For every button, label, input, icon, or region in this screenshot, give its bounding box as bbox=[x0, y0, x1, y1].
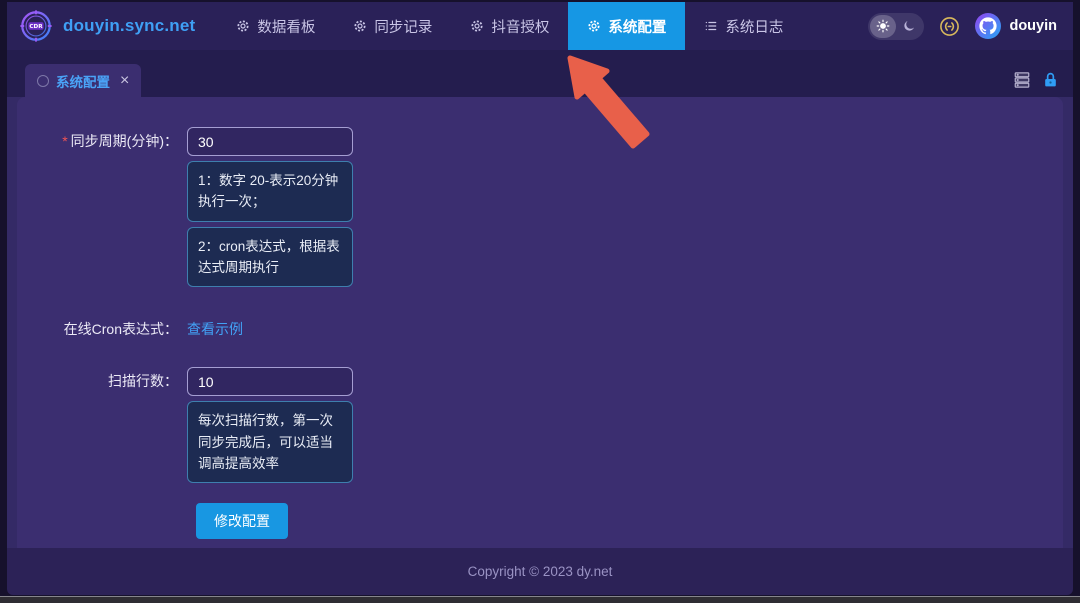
sync-period-input[interactable] bbox=[187, 127, 353, 156]
header: CDR douyin.sync.net 数据看板 同步记录 bbox=[7, 2, 1073, 50]
sync-period-help-1: 1：数字 20-表示20分钟执行一次； bbox=[187, 161, 353, 222]
gear-icon bbox=[587, 19, 601, 33]
brand-title[interactable]: douyin.sync.net bbox=[63, 16, 195, 36]
app-window: CDR douyin.sync.net 数据看板 同步记录 bbox=[7, 2, 1073, 595]
config-panel: *同步周期(分钟)： 1：数字 20-表示20分钟执行一次； 2：cron表达式… bbox=[17, 97, 1063, 548]
tab-circle-icon bbox=[37, 75, 49, 87]
brackets-icon[interactable] bbox=[937, 14, 962, 39]
view-example-link[interactable]: 查看示例 bbox=[187, 321, 243, 337]
nav-label: 系统配置 bbox=[608, 16, 666, 37]
copyright-text: Copyright © 2023 dy.net bbox=[468, 564, 613, 579]
github-icon bbox=[975, 13, 1001, 39]
scan-rows-row: 扫描行数： 每次扫描行数，第一次同步完成后，可以适当调高提高效率 bbox=[17, 367, 1063, 483]
cron-row: 在线Cron表达式： 查看示例 bbox=[17, 315, 1063, 344]
moon-icon[interactable] bbox=[896, 15, 922, 38]
nav-item-system-logs[interactable]: 系统日志 bbox=[685, 2, 802, 50]
required-asterisk: * bbox=[62, 133, 67, 149]
server-stack-icon[interactable] bbox=[1013, 71, 1031, 89]
cron-label: 在线Cron表达式： bbox=[17, 315, 187, 344]
list-icon bbox=[704, 19, 718, 33]
nav-label: 数据看板 bbox=[257, 16, 315, 37]
gear-icon bbox=[236, 19, 250, 33]
scan-rows-label: 扫描行数： bbox=[17, 367, 187, 483]
main-area: *同步周期(分钟)： 1：数字 20-表示20分钟执行一次； 2：cron表达式… bbox=[7, 97, 1073, 548]
lock-icon[interactable] bbox=[1042, 71, 1059, 89]
sync-period-label: *同步周期(分钟)： bbox=[17, 127, 187, 287]
nav-label: 抖音授权 bbox=[491, 16, 549, 37]
username: douyin bbox=[1009, 18, 1057, 34]
app-logo-icon: CDR bbox=[19, 9, 53, 43]
scan-rows-help: 每次扫描行数，第一次同步完成后，可以适当调高提高效率 bbox=[187, 401, 353, 483]
nav-item-system-config[interactable]: 系统配置 bbox=[568, 2, 685, 50]
sync-period-help-2: 2：cron表达式，根据表达式周期执行 bbox=[187, 227, 353, 288]
svg-text:CDR: CDR bbox=[29, 24, 43, 30]
nav-item-douyin-auth[interactable]: 抖音授权 bbox=[451, 2, 568, 50]
tab-bar: 系统配置 × bbox=[7, 50, 1073, 97]
tab-close-icon[interactable]: × bbox=[120, 73, 129, 89]
nav-label: 同步记录 bbox=[374, 16, 432, 37]
nav-item-sync-records[interactable]: 同步记录 bbox=[334, 2, 451, 50]
screen: CDR douyin.sync.net 数据看板 同步记录 bbox=[0, 0, 1080, 603]
scan-rows-input[interactable] bbox=[187, 367, 353, 396]
nav-item-dashboard[interactable]: 数据看板 bbox=[217, 2, 334, 50]
header-right: douyin bbox=[868, 13, 1073, 40]
window-bottom-edge bbox=[0, 596, 1080, 603]
sync-period-row: *同步周期(分钟)： 1：数字 20-表示20分钟执行一次； 2：cron表达式… bbox=[17, 127, 1063, 287]
sun-icon[interactable] bbox=[870, 15, 896, 38]
tab-system-config[interactable]: 系统配置 × bbox=[25, 64, 141, 97]
gear-icon bbox=[353, 19, 367, 33]
tabbar-tools bbox=[1013, 71, 1059, 89]
nav-label: 系统日志 bbox=[725, 16, 783, 37]
gear-icon bbox=[470, 19, 484, 33]
theme-toggle[interactable] bbox=[868, 13, 924, 40]
footer: Copyright © 2023 dy.net bbox=[7, 548, 1073, 595]
modify-config-button[interactable]: 修改配置 bbox=[196, 503, 288, 539]
github-account[interactable]: douyin bbox=[975, 13, 1057, 39]
tab-title: 系统配置 bbox=[56, 71, 110, 91]
